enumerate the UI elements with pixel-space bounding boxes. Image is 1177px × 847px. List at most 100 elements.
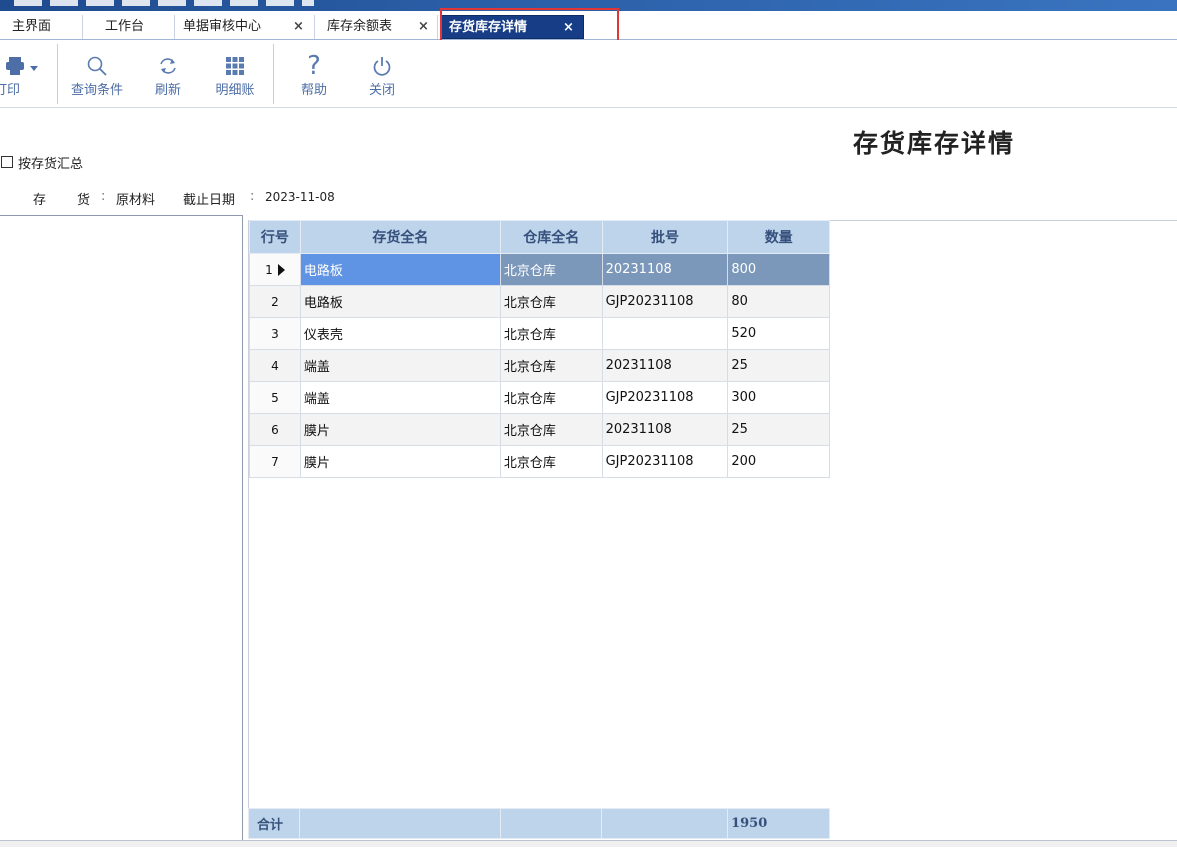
column-header-warehouse[interactable]: 仓库全名: [499, 220, 603, 254]
divider: [830, 220, 1177, 221]
toolbar-separator: [273, 44, 274, 104]
warehouse-cell[interactable]: 北京仓库: [499, 349, 603, 382]
search-icon: [64, 50, 130, 82]
toolbar: 打印 查询条件 刷新 明细账 ? 帮助 关闭: [0, 40, 1177, 108]
batch-cell[interactable]: [601, 317, 729, 350]
tab-main[interactable]: 主界面: [0, 15, 83, 39]
close-label: 关闭: [368, 83, 395, 98]
quantity-cell[interactable]: 80: [727, 285, 830, 318]
inventory-separator: :: [101, 189, 106, 204]
column-header-row-no[interactable]: 行号: [249, 220, 301, 254]
left-panel: [0, 215, 243, 841]
table-row[interactable]: 7 膜片 北京仓库 GJP20231108 200: [249, 445, 830, 478]
summary-by-inventory[interactable]: 按存货汇总: [0, 152, 83, 172]
close-icon[interactable]: ×: [418, 15, 429, 39]
printer-icon: [0, 50, 50, 82]
warehouse-cell[interactable]: 北京仓库: [499, 381, 603, 414]
current-row-pointer-icon: [277, 264, 285, 276]
item-name-cell[interactable]: 端盖: [299, 349, 501, 382]
toolbar-separator: [57, 44, 58, 104]
row-number: 1: [265, 262, 273, 277]
warehouse-cell[interactable]: 北京仓库: [499, 317, 603, 350]
total-quantity: 1950: [727, 808, 830, 839]
warehouse-cell[interactable]: 北京仓库: [499, 253, 603, 286]
quantity-cell[interactable]: 800: [727, 253, 830, 286]
tab-document-review[interactable]: 单据审核中心 ×: [175, 15, 315, 39]
item-name-cell[interactable]: 膜片: [299, 413, 501, 446]
tab-label: 单据审核中心: [183, 19, 262, 34]
app-logo-fragment: [14, 0, 314, 6]
summary-checkbox[interactable]: [1, 156, 13, 168]
print-button[interactable]: 打印: [0, 50, 50, 100]
batch-cell[interactable]: 20231108: [601, 349, 729, 382]
total-empty-cell: [298, 808, 501, 839]
table-total-row: 合计 1950: [248, 808, 830, 839]
query-conditions-button[interactable]: 查询条件: [64, 50, 130, 100]
refresh-icon: [148, 50, 188, 82]
inventory-table: 行号 存货全名 仓库全名 批号 数量 1 电路板 北京仓库 20231108 8…: [248, 220, 830, 838]
warehouse-cell[interactable]: 北京仓库: [499, 285, 603, 318]
item-name-cell[interactable]: 电路板: [299, 253, 501, 286]
total-empty-cell: [601, 808, 729, 839]
table-row[interactable]: 2 电路板 北京仓库 GJP20231108 80: [249, 285, 830, 318]
close-button[interactable]: 关闭: [364, 50, 400, 100]
status-strip: [0, 840, 1177, 847]
quantity-cell[interactable]: 200: [727, 445, 830, 478]
row-number-cell: 5: [249, 381, 301, 414]
total-empty-cell: [499, 808, 603, 839]
item-name-cell[interactable]: 端盖: [299, 381, 501, 414]
row-number-cell: 6: [249, 413, 301, 446]
page-title: 存货库存详情: [853, 129, 1016, 158]
quantity-cell[interactable]: 520: [727, 317, 830, 350]
batch-cell[interactable]: 20231108: [601, 253, 729, 286]
tab-label: 工作台: [105, 19, 145, 34]
row-number-cell: 1: [249, 253, 301, 286]
date-separator: :: [250, 189, 255, 204]
help-label: 帮助: [300, 83, 327, 98]
warehouse-cell[interactable]: 北京仓库: [499, 445, 603, 478]
date-label: 截止日期: [183, 193, 236, 208]
table-row[interactable]: 5 端盖 北京仓库 GJP20231108 300: [249, 381, 830, 414]
inventory-label: 存: [33, 193, 47, 208]
tab-label: 库存余额表: [327, 19, 393, 34]
table-row[interactable]: 6 膜片 北京仓库 20231108 25: [249, 413, 830, 446]
row-number-cell: 2: [249, 285, 301, 318]
column-header-item-name[interactable]: 存货全名: [299, 220, 501, 254]
quantity-cell[interactable]: 300: [727, 381, 830, 414]
column-header-batch[interactable]: 批号: [601, 220, 729, 254]
item-name-cell[interactable]: 仪表壳: [299, 317, 501, 350]
inventory-label: 货: [77, 193, 91, 208]
item-name-cell[interactable]: 膜片: [299, 445, 501, 478]
close-icon[interactable]: ×: [293, 15, 304, 39]
quantity-cell[interactable]: 25: [727, 413, 830, 446]
table-row[interactable]: 3 仪表壳 北京仓库 520: [249, 317, 830, 350]
question-icon: ?: [307, 51, 321, 81]
item-name-cell[interactable]: 电路板: [299, 285, 501, 318]
column-header-quantity[interactable]: 数量: [727, 220, 830, 254]
refresh-label: 刷新: [154, 83, 181, 98]
print-label: 打印: [0, 83, 21, 98]
row-number-cell: 4: [249, 349, 301, 382]
warehouse-cell[interactable]: 北京仓库: [499, 413, 603, 446]
quantity-cell[interactable]: 25: [727, 349, 830, 382]
detail-ledger-label: 明细账: [215, 83, 255, 98]
batch-cell[interactable]: GJP20231108: [601, 381, 729, 414]
refresh-button[interactable]: 刷新: [148, 50, 188, 100]
tab-inventory-balance[interactable]: 库存余额表 ×: [315, 15, 438, 39]
help-button[interactable]: ? 帮助: [296, 50, 332, 100]
summary-checkbox-label: 按存货汇总: [18, 156, 84, 172]
batch-cell[interactable]: GJP20231108: [601, 445, 729, 478]
row-number-cell: 3: [249, 317, 301, 350]
total-label: 合计: [248, 808, 300, 839]
inventory-value: 原材料: [116, 193, 156, 208]
batch-cell[interactable]: GJP20231108: [601, 285, 729, 318]
tab-label: 主界面: [12, 19, 52, 34]
table-row[interactable]: 4 端盖 北京仓库 20231108 25: [249, 349, 830, 382]
table-row[interactable]: 1 电路板 北京仓库 20231108 800: [249, 253, 830, 286]
batch-cell[interactable]: 20231108: [601, 413, 729, 446]
table-header-row: 行号 存货全名 仓库全名 批号 数量: [249, 220, 830, 254]
date-value: 2023-11-08: [265, 190, 335, 204]
grid-icon: [208, 50, 262, 82]
tab-workbench[interactable]: 工作台: [83, 15, 175, 39]
detail-ledger-button[interactable]: 明细账: [208, 50, 262, 100]
